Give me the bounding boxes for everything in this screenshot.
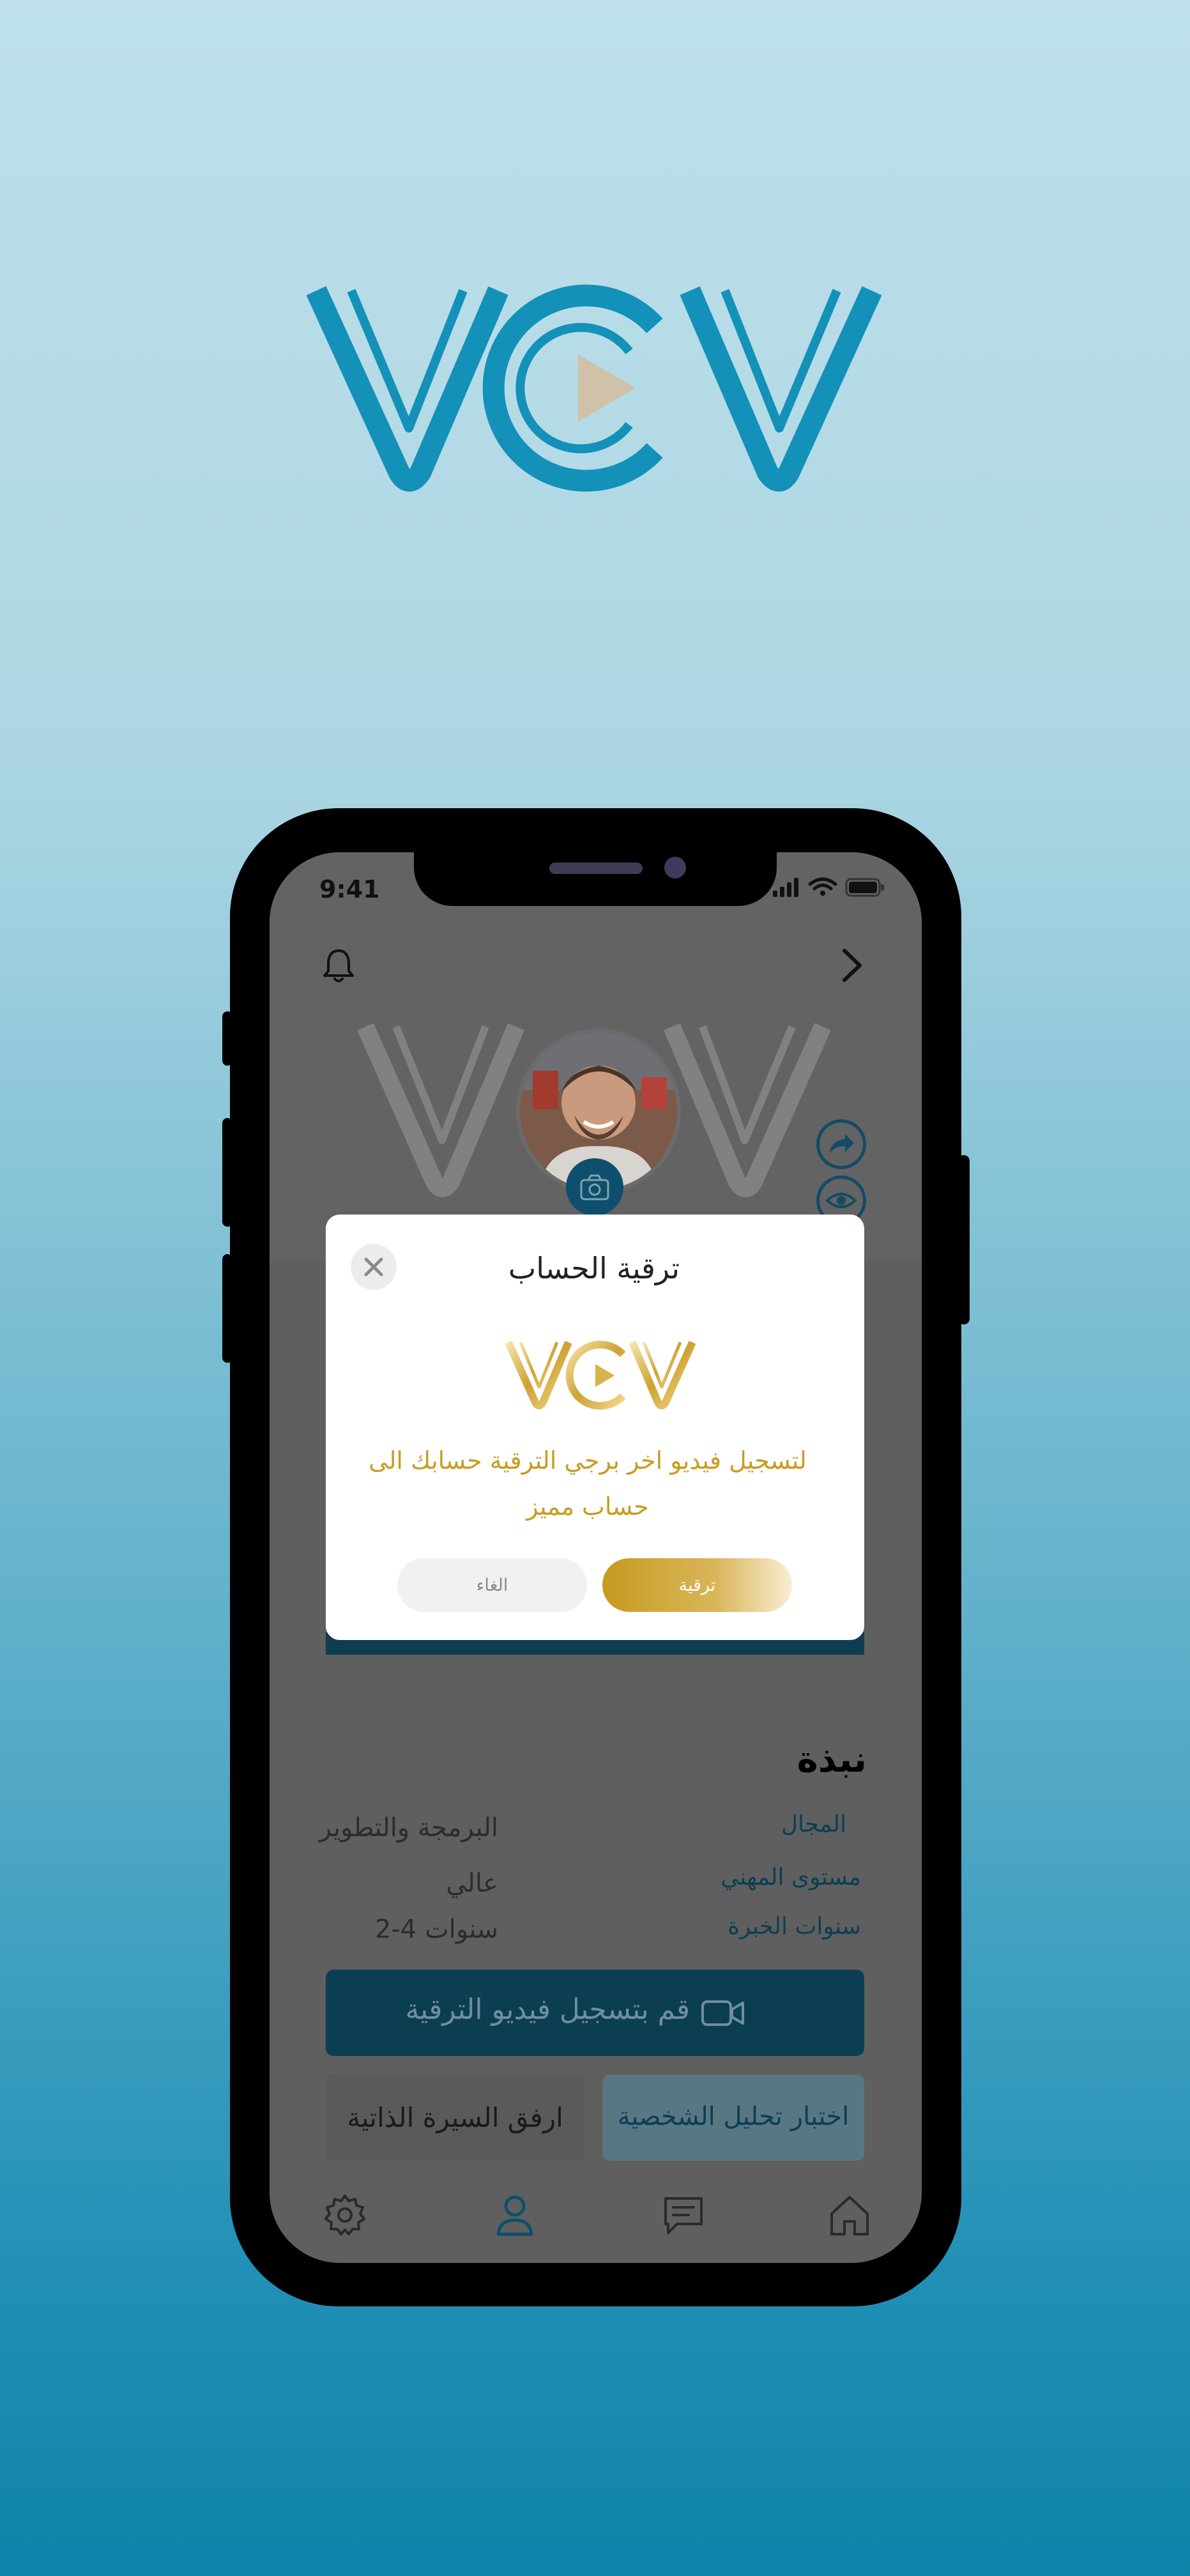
cancel-button[interactable]: الغاء bbox=[397, 1558, 587, 1612]
change-photo-button[interactable] bbox=[566, 1158, 623, 1216]
signal-icon bbox=[773, 878, 798, 897]
home-icon[interactable] bbox=[824, 2189, 875, 2241]
dialog-title: ترقية الحساب bbox=[508, 1251, 680, 1285]
experience-value: 2-4 سنوات bbox=[374, 1915, 498, 1944]
level-label: مستوى المهني bbox=[721, 1864, 861, 1890]
chevron-right-icon[interactable] bbox=[829, 943, 874, 988]
settings-icon[interactable] bbox=[319, 2189, 370, 2241]
notch bbox=[414, 852, 777, 906]
mute-switch bbox=[222, 1011, 233, 1066]
volume-up-button bbox=[222, 1118, 233, 1227]
attach-cv-label: ارفق السيرة الذاتية bbox=[347, 2102, 563, 2133]
upgrade-button[interactable]: ترقية bbox=[602, 1558, 792, 1612]
brand-logo bbox=[307, 284, 881, 492]
user-icon[interactable] bbox=[489, 2189, 540, 2241]
field-label: المجال bbox=[781, 1811, 846, 1837]
status-time: 9:41 bbox=[319, 875, 380, 903]
dialog-message: لتسجيل فيديو اخر برجي الترقية حسابك الى … bbox=[358, 1438, 818, 1529]
close-button[interactable] bbox=[351, 1244, 397, 1290]
wifi-icon bbox=[808, 877, 837, 896]
power-button bbox=[958, 1155, 970, 1324]
battery-icon bbox=[845, 878, 884, 897]
personality-test-label: اختبار تحليل الشخصية bbox=[617, 2102, 850, 2131]
close-icon bbox=[364, 1257, 383, 1276]
level-value: عالي bbox=[446, 1869, 498, 1898]
chat-icon[interactable] bbox=[658, 2189, 709, 2241]
dialog-message-line1: لتسجيل فيديو اخر برجي الترقية حسابك الى bbox=[369, 1446, 807, 1475]
front-camera bbox=[664, 857, 686, 878]
share-icon bbox=[830, 1134, 854, 1153]
dialog-message-line2: حساب مميز bbox=[526, 1492, 649, 1521]
experience-label: سنوات الخبرة bbox=[728, 1913, 861, 1940]
section-title: نبذة bbox=[797, 1739, 867, 1781]
volume-down-button bbox=[222, 1254, 233, 1363]
video-camera-icon bbox=[701, 2000, 744, 2026]
record-button-label: قم بتسجيل فيديو الترقية bbox=[405, 1993, 690, 2026]
speaker bbox=[549, 862, 643, 874]
camera-icon bbox=[580, 1174, 609, 1200]
status-icons bbox=[773, 877, 884, 897]
dialog-gold-logo bbox=[505, 1340, 696, 1410]
field-value: البرمجة والتطوير bbox=[319, 1813, 498, 1843]
bell-icon[interactable] bbox=[316, 943, 361, 988]
share-button[interactable] bbox=[816, 1119, 866, 1169]
